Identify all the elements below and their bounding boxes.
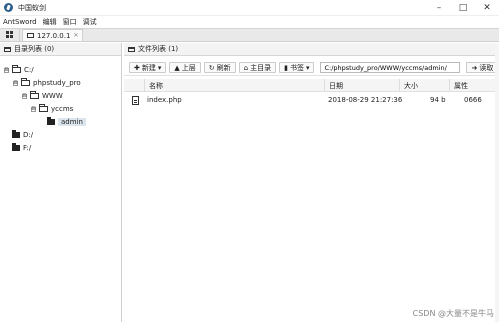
folder-open-icon — [39, 104, 48, 112]
file-pane: 文件列表 (1) ✚ 新建 ▾ ▲ 上层 ↻ 刷新 ⌂ 主目录 ▮ 书签 ▾ ➜… — [124, 43, 499, 322]
title-bar: 中国蚁剑 – □ ✕ — [0, 0, 499, 16]
bookmark-icon: ▮ — [284, 63, 288, 72]
tree-item-label: F:/ — [23, 144, 32, 152]
refresh-button[interactable]: ↻ 刷新 — [203, 62, 236, 73]
folder-open-icon — [21, 78, 30, 86]
plus-icon: ✚ — [134, 63, 140, 72]
directory-pane-header: 目录列表 (0) — [0, 43, 121, 56]
up-button-label: 上层 — [181, 63, 196, 72]
chevron-down-icon: ▾ — [157, 63, 162, 72]
column-name[interactable]: 名称 — [144, 79, 163, 92]
directory-pane-title: 目录列表 (0) — [14, 45, 55, 53]
tree-item-phpstudy[interactable]: ⊟ phpstudy_pro — [13, 78, 81, 88]
home-icon: ⌂ — [243, 63, 249, 72]
table-row[interactable]: index.php 2018-08-29 21:27:36 94 b 0666 — [124, 94, 499, 106]
collapse-icon[interactable]: ⊟ — [31, 106, 36, 112]
file-pane-header: 文件列表 (1) — [124, 43, 499, 56]
tab-close-icon[interactable]: ✕ — [73, 32, 78, 39]
tree-item-label: C:/ — [24, 66, 34, 74]
file-toolbar: ✚ 新建 ▾ ▲ 上层 ↻ 刷新 ⌂ 主目录 ▮ 书签 ▾ ➜ 读取 — [124, 60, 499, 76]
new-button[interactable]: ✚ 新建 ▾ — [129, 62, 167, 73]
file-attr: 0666 — [464, 96, 482, 104]
file-name: index.php — [147, 96, 182, 104]
maximize-button[interactable]: □ — [451, 0, 475, 16]
folder-icon — [47, 117, 55, 125]
bookmark-button[interactable]: ▮ 书签 ▾ — [279, 62, 315, 73]
menu-edit[interactable]: 编辑 — [40, 17, 60, 27]
file-size: 94 b — [430, 96, 446, 104]
menu-antsword[interactable]: AntSword — [0, 18, 40, 26]
column-date[interactable]: 日期 — [324, 79, 343, 92]
monitor-icon — [27, 33, 34, 38]
file-grid-header: 名称 日期 大小 属性 — [124, 79, 499, 92]
new-button-label: 新建 — [141, 63, 156, 72]
tree-item-label: admin — [58, 118, 86, 126]
folder-icon — [12, 143, 20, 151]
tree-item-f[interactable]: F:/ — [12, 143, 31, 153]
arrow-up-icon: ▲ — [174, 63, 180, 72]
file-icon — [132, 95, 139, 105]
chevron-down-icon: ▾ — [305, 63, 310, 72]
read-button[interactable]: ➜ 读取 — [466, 62, 499, 73]
tree-item-label: phpstudy_pro — [33, 79, 81, 87]
scrollbar[interactable] — [495, 43, 499, 322]
refresh-button-label: 刷新 — [216, 63, 231, 72]
column-attr[interactable]: 属性 — [449, 79, 468, 92]
close-button[interactable]: ✕ — [475, 0, 499, 16]
folder-icon — [12, 130, 20, 138]
tab-session-label: 127.0.0.1 — [37, 31, 71, 40]
tab-bar: 127.0.0.1 ✕ — [0, 28, 499, 42]
file-pane-title: 文件列表 (1) — [138, 45, 179, 53]
folder-icon — [128, 46, 135, 52]
collapse-icon[interactable]: ⊟ — [13, 80, 18, 86]
antsword-logo-icon — [4, 3, 13, 12]
collapse-icon[interactable]: ⊟ — [22, 93, 27, 99]
minimize-button[interactable]: – — [427, 0, 451, 16]
tree-item-label: WWW — [42, 92, 63, 100]
column-size[interactable]: 大小 — [399, 79, 418, 92]
tree-item-yccms[interactable]: ⊟ yccms — [31, 104, 73, 114]
tree-item-label: D:/ — [23, 131, 34, 139]
grid-icon — [6, 31, 13, 38]
home-button-label: 主目录 — [250, 63, 272, 72]
collapse-icon[interactable]: ⊟ — [4, 67, 9, 73]
home-button[interactable]: ⌂ 主目录 — [238, 62, 277, 73]
tree-item-c[interactable]: ⊟ C:/ — [4, 65, 34, 75]
path-input[interactable] — [320, 62, 461, 73]
window-title: 中国蚁剑 — [18, 3, 46, 12]
file-date: 2018-08-29 21:27:36 — [328, 96, 403, 104]
menu-bar: AntSword 编辑 窗口 调试 — [0, 16, 499, 28]
tree-item-d[interactable]: D:/ — [12, 130, 33, 140]
watermark: CSDN @大量不是牛马 — [412, 309, 494, 318]
tree-item-label: yccms — [51, 105, 74, 113]
arrow-right-icon: ➜ — [471, 63, 478, 72]
folder-open-icon — [12, 65, 21, 73]
menu-debug[interactable]: 调试 — [80, 17, 100, 27]
tree-item-admin[interactable]: admin — [47, 117, 86, 127]
bookmark-button-label: 书签 — [289, 63, 304, 72]
menu-window[interactable]: 窗口 — [60, 17, 80, 27]
folder-icon — [4, 46, 11, 52]
directory-pane: 目录列表 (0) ⊟ C:/ ⊟ phpstudy_pro ⊟ WWW ⊟ yc… — [0, 43, 122, 322]
up-button[interactable]: ▲ 上层 — [169, 62, 201, 73]
read-button-label: 读取 — [479, 63, 494, 72]
tree-item-www[interactable]: ⊟ WWW — [22, 91, 63, 101]
refresh-icon: ↻ — [208, 63, 215, 72]
tab-home[interactable] — [0, 28, 20, 41]
tab-session[interactable]: 127.0.0.1 ✕ — [22, 29, 84, 41]
folder-open-icon — [30, 91, 39, 99]
